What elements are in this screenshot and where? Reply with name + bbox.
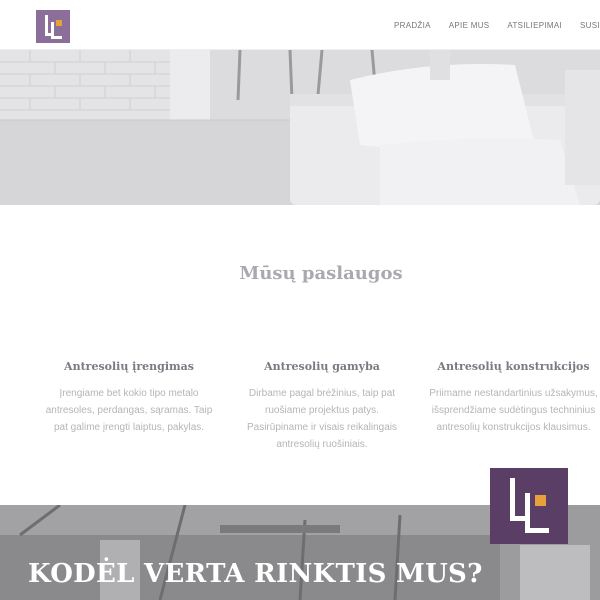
nav-item-susisiekti[interactable]: SUSISIEKTI xyxy=(580,21,600,30)
service-title: Antresolių įrengimas xyxy=(64,360,194,373)
lt-logo-icon[interactable] xyxy=(36,10,70,43)
service-description: Įrengiame bet kokio tipo metalo antresol… xyxy=(45,388,213,433)
site-header: PRADŽIA APIE MUS ATSILIEPIMAI SUSISIEKTI xyxy=(0,0,600,50)
nav-item-atsiliepimai[interactable]: ATSILIEPIMAI xyxy=(507,21,562,30)
service-title: Antresolių konstrukcijos xyxy=(437,360,590,373)
nav-item-apie-mus[interactable]: APIE MUS xyxy=(449,21,490,30)
services-title: Mūsų paslaugos xyxy=(239,263,403,284)
service-card-irengimas: Antresolių įrengimas Įrengiame bet kokio… xyxy=(44,360,214,436)
service-card-konstrukcijos: Antresolių konstrukcijos Priimame nestan… xyxy=(427,360,600,436)
banner-title: KODĖL VERTA RINKTIS MUS? xyxy=(28,559,483,589)
main-nav: PRADŽIA APIE MUS ATSILIEPIMAI SUSISIEKTI xyxy=(382,0,600,50)
services-section: Mūsų paslaugos Antresolių įrengimas Įren… xyxy=(0,205,600,505)
nav-item-pradzia[interactable]: PRADŽIA xyxy=(394,21,431,30)
service-description: Priimame nestandartinius užsakymus, išsp… xyxy=(429,388,598,433)
service-card-gamyba: Antresolių gamyba Dirbame pagal brėžiniu… xyxy=(237,360,407,453)
hero-image xyxy=(0,50,600,205)
service-title: Antresolių gamyba xyxy=(264,360,380,373)
floating-lt-logo-icon[interactable] xyxy=(490,468,568,544)
service-description: Dirbame pagal brėžinius, taip pat ruošia… xyxy=(246,388,398,450)
